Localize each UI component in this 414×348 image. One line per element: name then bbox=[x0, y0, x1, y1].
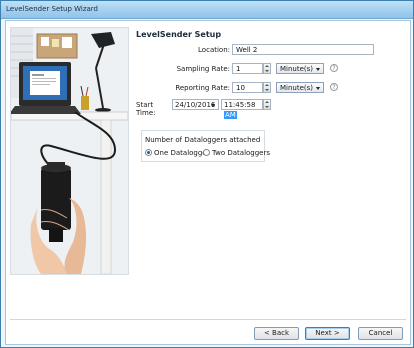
start-time-spinner[interactable] bbox=[263, 99, 271, 110]
help-icon[interactable]: ? bbox=[330, 83, 338, 91]
cancel-button[interactable]: Cancel bbox=[358, 327, 403, 340]
help-icon[interactable]: ? bbox=[330, 64, 338, 72]
two-dataloggers-label[interactable]: Two Dataloggers bbox=[212, 149, 270, 157]
two-dataloggers-radio[interactable] bbox=[203, 149, 210, 156]
sampling-rate-unit-select[interactable]: Minute(s) bbox=[276, 63, 324, 74]
dataloggers-group-label: Number of Dataloggers attached bbox=[145, 136, 261, 144]
location-label: Location: bbox=[198, 46, 230, 54]
window-title: LevelSender Setup Wizard bbox=[6, 5, 98, 13]
setup-wizard-window: LevelSender Setup Wizard LevelSender Set… bbox=[0, 0, 414, 348]
one-datalogger-label[interactable]: One Datalogger bbox=[154, 149, 210, 157]
reporting-rate-unit-select[interactable]: Minute(s) bbox=[276, 82, 324, 93]
start-date-picker[interactable]: 24/10/2016 bbox=[172, 99, 219, 110]
chevron-down-icon bbox=[211, 104, 215, 107]
location-input[interactable]: Well 2 bbox=[232, 44, 374, 55]
datalogger-illustration-image bbox=[11, 28, 128, 274]
one-datalogger-radio[interactable] bbox=[145, 149, 152, 156]
wizard-content: LevelSender Setup Location: Well 2 Sampl… bbox=[5, 20, 411, 345]
reporting-rate-spinner[interactable] bbox=[263, 82, 271, 93]
title-bar[interactable]: LevelSender Setup Wizard bbox=[1, 1, 413, 19]
start-time-value: 11:45:58 bbox=[224, 101, 256, 109]
reporting-rate-label: Reporting Rate: bbox=[175, 84, 230, 92]
start-date-value: 24/10/2016 bbox=[175, 101, 216, 109]
start-time-ampm-selected: AM bbox=[224, 111, 237, 119]
next-button[interactable]: Next > bbox=[305, 327, 350, 340]
footer-divider bbox=[10, 319, 406, 320]
start-time-label: Start Time: bbox=[136, 101, 156, 117]
back-button[interactable]: < Back bbox=[254, 327, 299, 340]
page-title: LevelSender Setup bbox=[136, 30, 222, 39]
chevron-down-icon bbox=[316, 68, 320, 71]
chevron-down-icon bbox=[316, 87, 320, 90]
wizard-illustration bbox=[10, 27, 129, 275]
dataloggers-group bbox=[141, 130, 265, 162]
sampling-rate-unit-value: Minute(s) bbox=[280, 65, 314, 73]
reporting-rate-input[interactable]: 10 bbox=[232, 82, 263, 93]
start-time-input[interactable]: 11:45:58 AM bbox=[221, 99, 263, 119]
sampling-rate-input[interactable]: 1 bbox=[232, 63, 263, 74]
reporting-rate-unit-value: Minute(s) bbox=[280, 84, 314, 92]
sampling-rate-label: Sampling Rate: bbox=[176, 65, 230, 73]
sampling-rate-spinner[interactable] bbox=[263, 63, 271, 74]
